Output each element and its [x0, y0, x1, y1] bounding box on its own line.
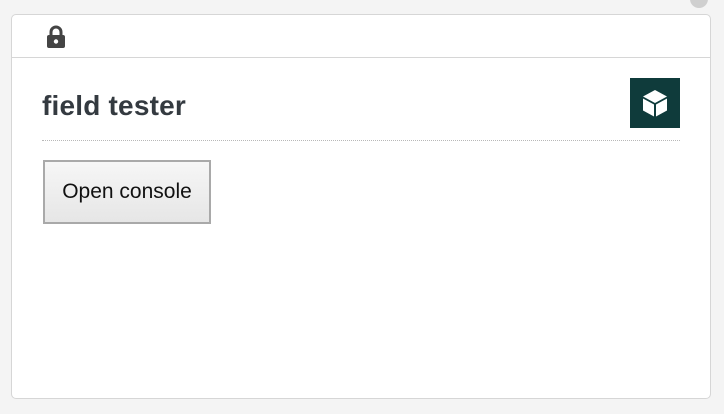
window-corner-indicator [690, 0, 708, 8]
field-tester-card: field tester Open console [11, 14, 711, 399]
card-header-bar [12, 15, 710, 58]
title-row: field tester [42, 58, 680, 141]
page-title: field tester [42, 90, 186, 121]
card-body: field tester [12, 58, 710, 141]
open-console-button[interactable]: Open console [43, 160, 211, 224]
cube-badge[interactable] [630, 78, 680, 128]
cube-icon [643, 90, 667, 117]
lock-icon[interactable] [45, 25, 67, 49]
